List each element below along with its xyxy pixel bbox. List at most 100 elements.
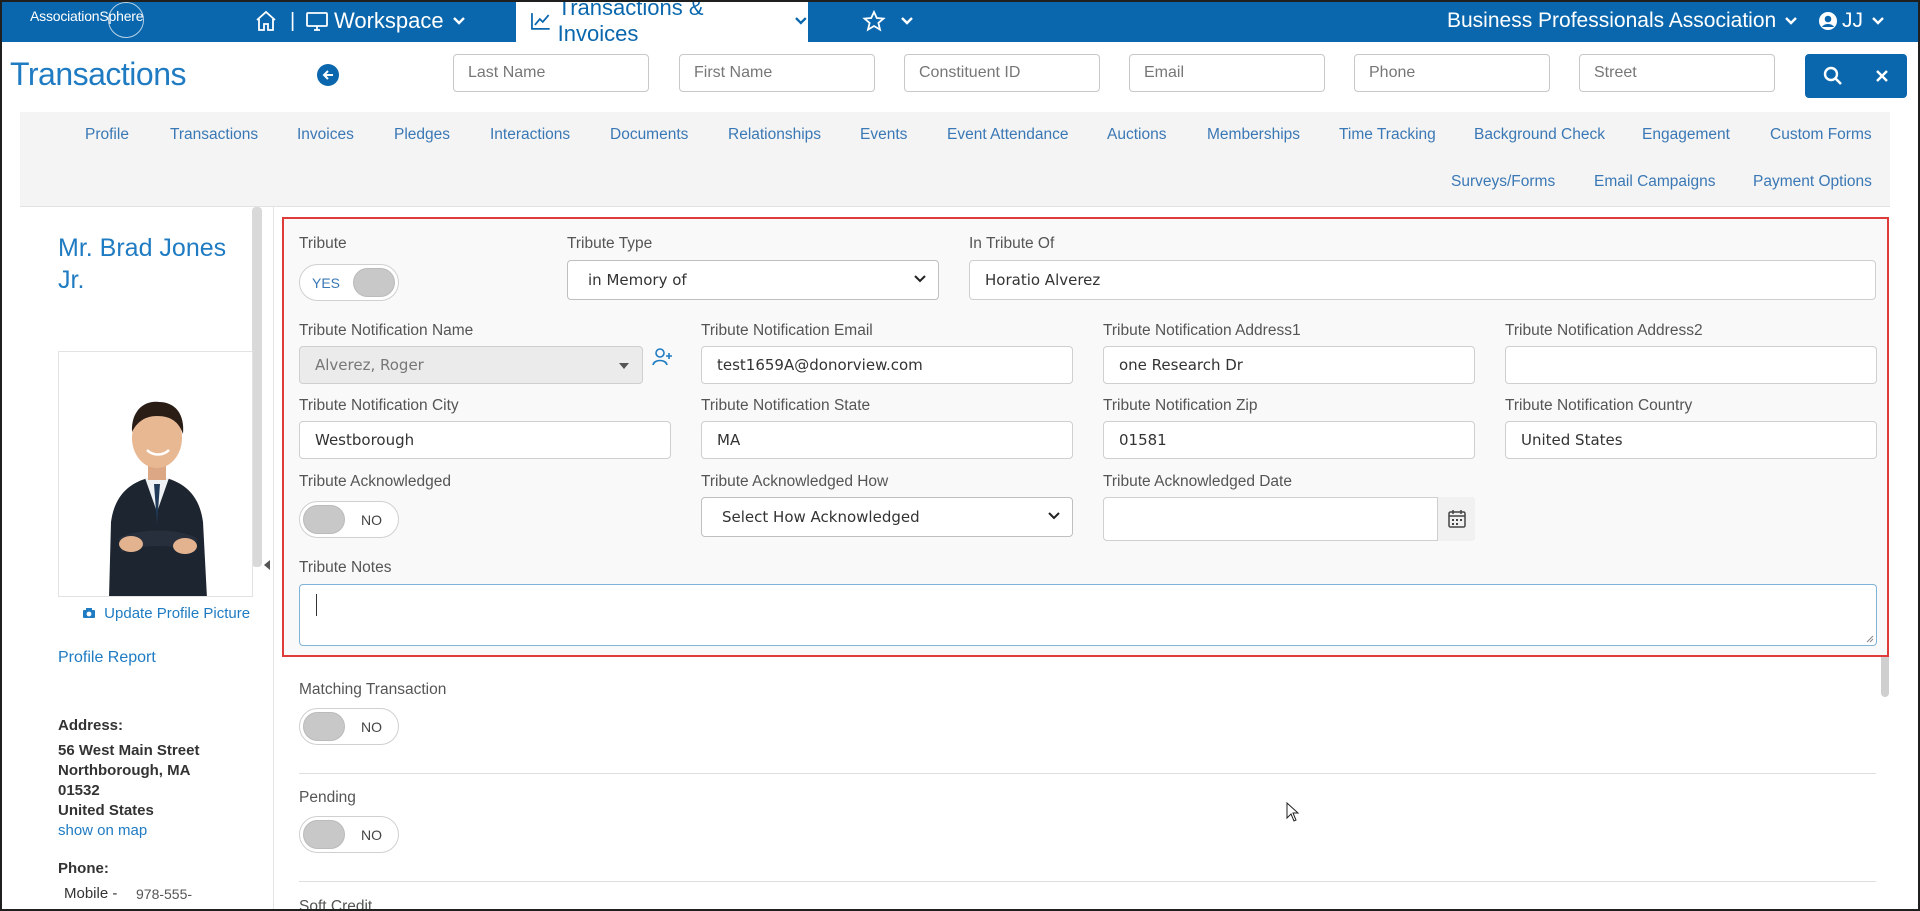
notification-state-input[interactable]: MA [701, 421, 1073, 459]
notification-email-input[interactable]: test1659A@donorview.com [701, 346, 1073, 384]
app-logo[interactable]: AssociationSphere [30, 2, 144, 38]
chevron-down-icon [1785, 17, 1798, 25]
constituent-id-search-input[interactable] [904, 54, 1100, 92]
add-user-icon[interactable] [652, 347, 674, 367]
notification-zip-input[interactable]: 01581 [1103, 421, 1475, 459]
sidebar-scrollbar[interactable] [252, 207, 262, 567]
tab-profile[interactable]: Profile [85, 126, 129, 144]
acknowledged-how-select[interactable]: Select How Acknowledged [701, 497, 1073, 537]
text-cursor [316, 594, 317, 616]
toggle-knob [353, 268, 395, 297]
tab-events[interactable]: Events [860, 126, 907, 144]
street-search-input[interactable] [1579, 54, 1775, 92]
tribute-type-select[interactable]: in Memory of [567, 260, 939, 300]
address-line: 56 West Main Street [58, 742, 200, 759]
section-divider [299, 773, 1876, 774]
tab-event-attendance[interactable]: Event Attendance [947, 126, 1069, 144]
tribute-notes-textarea[interactable] [299, 584, 1877, 646]
acknowledged-how-label: Tribute Acknowledged How [701, 473, 889, 490]
nav-workspace-label: Workspace [334, 8, 444, 33]
calendar-icon [1448, 510, 1466, 528]
tribute-toggle[interactable]: YES [299, 264, 399, 301]
update-profile-picture-link[interactable]: Update Profile Picture [82, 605, 250, 622]
tab-memberships[interactable]: Memberships [1207, 126, 1300, 144]
acknowledged-date-input[interactable] [1103, 497, 1475, 541]
toggle-knob [303, 505, 345, 534]
tab-background-check[interactable]: Background Check [1474, 126, 1605, 144]
phone-label: Phone: [58, 860, 109, 877]
arrow-left-icon [322, 70, 333, 80]
camera-icon [83, 608, 95, 618]
organization-name: Business Professionals Association [1447, 9, 1777, 32]
tab-custom-forms[interactable]: Custom Forms [1770, 126, 1872, 144]
tab-documents[interactable]: Documents [610, 126, 688, 144]
tab-invoices[interactable]: Invoices [297, 126, 354, 144]
in-tribute-of-label: In Tribute Of [969, 235, 1055, 252]
notification-address1-input[interactable]: one Research Dr [1103, 346, 1475, 384]
tab-relationships[interactable]: Relationships [728, 126, 821, 144]
notification-address2-input[interactable] [1505, 346, 1877, 384]
notification-zip-label: Tribute Notification Zip [1103, 397, 1258, 414]
star-icon [862, 10, 886, 32]
organization-menu[interactable]: Business Professionals Association [1447, 0, 1798, 42]
mobile-label: Mobile - [64, 885, 118, 902]
tab-pledges[interactable]: Pledges [394, 126, 450, 144]
tribute-acknowledged-toggle-label: NO [361, 512, 382, 528]
notification-country-label: Tribute Notification Country [1505, 397, 1693, 414]
tab-interactions[interactable]: Interactions [490, 126, 570, 144]
tab-engagement[interactable]: Engagement [1642, 126, 1730, 144]
tribute-notes-label: Tribute Notes [299, 559, 392, 576]
chevron-down-icon [914, 275, 926, 283]
first-name-search-input[interactable] [679, 54, 875, 92]
notification-city-label: Tribute Notification City [299, 397, 459, 414]
top-nav-bar: AssociationSphere | Workspace Transactio… [0, 0, 1920, 46]
in-tribute-of-input[interactable]: Horatio Alverez [969, 260, 1876, 300]
tribute-acknowledged-toggle[interactable]: NO [299, 501, 399, 538]
user-circle-icon [1819, 12, 1837, 30]
section-divider [299, 881, 1876, 882]
favorites-menu[interactable] [862, 0, 914, 42]
notification-address1-label: Tribute Notification Address1 [1103, 322, 1301, 339]
search-icon[interactable] [1823, 66, 1843, 86]
email-search-input[interactable] [1129, 54, 1325, 92]
tab-email-campaigns[interactable]: Email Campaigns [1594, 173, 1715, 191]
resize-grip-icon[interactable] [1864, 633, 1874, 643]
tribute-label: Tribute [299, 235, 347, 252]
calendar-button[interactable] [1437, 497, 1475, 541]
tab-surveys-forms[interactable]: Surveys/Forms [1451, 173, 1555, 191]
mouse-pointer-icon [1286, 802, 1300, 822]
collapse-sidebar-icon[interactable] [264, 560, 270, 570]
close-icon[interactable] [1875, 69, 1889, 83]
show-on-map-link[interactable]: show on map [58, 822, 147, 839]
chart-line-icon [531, 13, 550, 30]
search-button-group [1805, 54, 1907, 98]
tab-time-tracking[interactable]: Time Tracking [1339, 126, 1436, 144]
profile-report-link[interactable]: Profile Report [58, 649, 156, 667]
update-profile-picture-label: Update Profile Picture [104, 605, 251, 622]
tab-auctions[interactable]: Auctions [1107, 126, 1166, 144]
mobile-value: 978-555- [136, 886, 193, 902]
pending-label: Pending [299, 789, 356, 806]
chevron-down-icon [901, 17, 913, 25]
back-button[interactable] [317, 64, 339, 86]
chevron-down-icon [795, 17, 807, 25]
matching-transaction-toggle[interactable]: NO [299, 708, 399, 745]
tribute-type-label: Tribute Type [567, 235, 653, 252]
user-menu[interactable]: JJ [1818, 0, 1885, 42]
person-photo-image [59, 352, 252, 596]
tribute-type-value: in Memory of [588, 271, 687, 289]
nav-workspace[interactable]: Workspace [305, 0, 466, 42]
nav-transactions-invoices[interactable]: Transactions & Invoices [516, 0, 808, 46]
tab-payment-options[interactable]: Payment Options [1753, 173, 1872, 191]
tab-transactions[interactable]: Transactions [170, 126, 258, 144]
pending-toggle[interactable]: NO [299, 816, 399, 853]
notification-country-input[interactable]: United States [1505, 421, 1877, 459]
chevron-down-icon [1872, 17, 1884, 25]
notification-city-input[interactable]: Westborough [299, 421, 671, 459]
nav-separator: | [290, 9, 296, 32]
person-name: Mr. Brad Jones Jr. [58, 232, 248, 296]
notification-name-select[interactable]: Alverez, Roger [299, 346, 643, 384]
phone-search-input[interactable] [1354, 54, 1550, 92]
last-name-search-input[interactable] [453, 54, 649, 92]
home-icon[interactable] [254, 0, 278, 42]
